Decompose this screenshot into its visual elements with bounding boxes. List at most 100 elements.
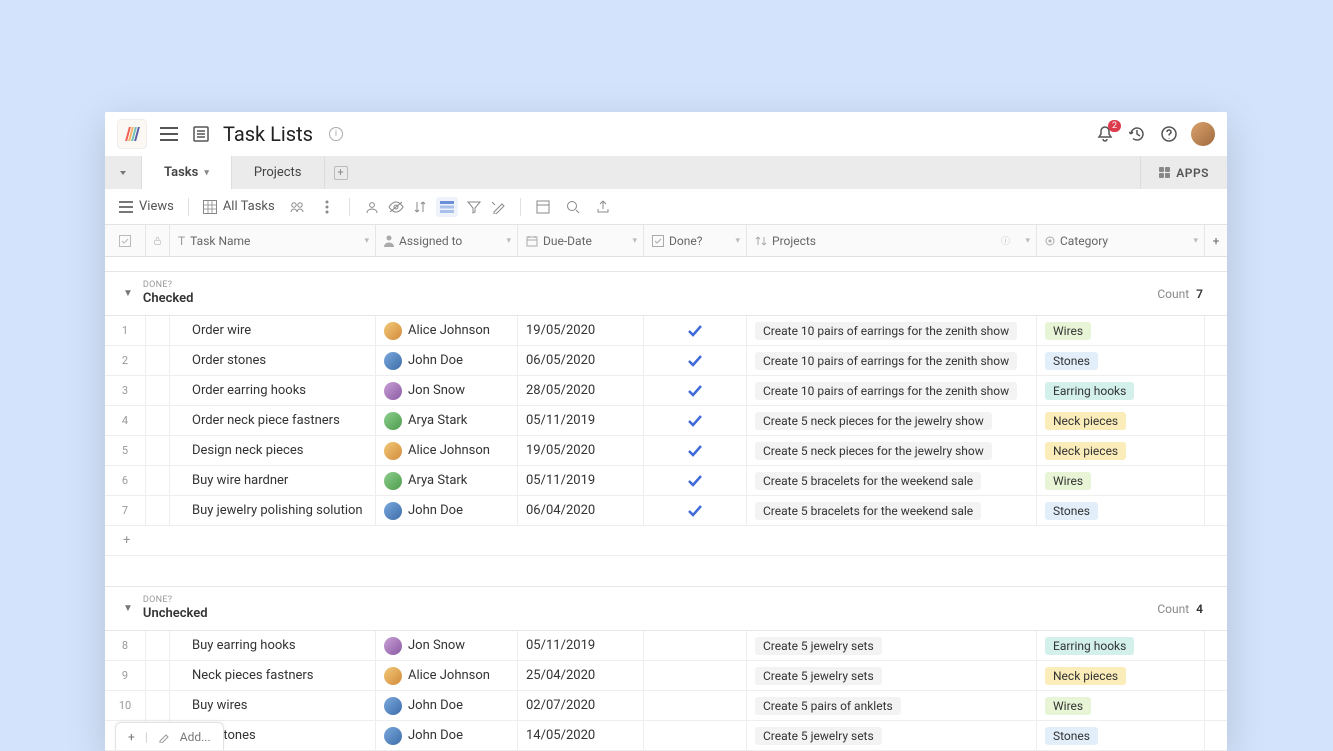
sort-icon[interactable] [412, 199, 428, 215]
user-avatar[interactable] [1191, 122, 1215, 146]
date-cell[interactable]: 05/11/2019 [518, 406, 644, 435]
category-cell[interactable]: Neck pieces [1037, 406, 1205, 435]
project-cell[interactable]: Create 5 jewelry sets [747, 631, 1037, 660]
collapse-sidebar-button[interactable] [105, 156, 142, 189]
category-cell[interactable]: Stones [1037, 721, 1205, 750]
date-cell[interactable]: 14/05/2020 [518, 721, 644, 750]
category-cell[interactable]: Stones [1037, 346, 1205, 375]
assignee-cell[interactable]: John Doe [376, 691, 518, 720]
assignee-cell[interactable]: Alice Johnson [376, 316, 518, 345]
table-row[interactable]: 4 Order neck piece fastners Arya Stark 0… [105, 406, 1227, 436]
category-cell[interactable]: Wires [1037, 316, 1205, 345]
table-row[interactable]: 3 Order earring hooks Jon Snow 28/05/202… [105, 376, 1227, 406]
project-cell[interactable]: Create 5 bracelets for the weekend sale [747, 466, 1037, 495]
done-cell[interactable] [644, 691, 747, 720]
people-icon[interactable] [364, 199, 380, 215]
list-icon[interactable] [191, 124, 211, 144]
assignee-cell[interactable]: Alice Johnson [376, 436, 518, 465]
project-cell[interactable]: Create 10 pairs of earrings for the zeni… [747, 316, 1037, 345]
tab-tasks[interactable]: Tasks ▾ [142, 156, 232, 189]
category-cell[interactable]: Stones [1037, 496, 1205, 525]
category-cell[interactable]: Wires [1037, 691, 1205, 720]
table-row[interactable]: 10 Buy wires John Doe 02/07/2020 Create … [105, 691, 1227, 721]
tab-projects[interactable]: Projects [232, 156, 325, 189]
more-icon[interactable] [319, 199, 335, 215]
done-cell[interactable] [644, 436, 747, 465]
column-task-name[interactable]: T Task Name ▾ [170, 225, 376, 256]
column-category[interactable]: Category ▾ [1037, 225, 1205, 256]
filter-icon[interactable] [466, 199, 482, 215]
project-cell[interactable]: Create 5 neck pieces for the jewelry sho… [747, 406, 1037, 435]
assignee-cell[interactable]: Jon Snow [376, 631, 518, 660]
task-name-cell[interactable]: Buy earring hooks [170, 631, 376, 660]
category-cell[interactable]: Earring hooks [1037, 631, 1205, 660]
task-name-cell[interactable]: Design neck pieces [170, 436, 376, 465]
table-row[interactable]: 9 Neck pieces fastners Alice Johnson 25/… [105, 661, 1227, 691]
date-cell[interactable]: 02/07/2020 [518, 691, 644, 720]
done-cell[interactable] [644, 721, 747, 750]
apps-button[interactable]: APPS [1140, 156, 1227, 189]
done-cell[interactable] [644, 346, 747, 375]
assignee-cell[interactable]: Jon Snow [376, 376, 518, 405]
assignee-cell[interactable]: John Doe [376, 721, 518, 750]
assignee-cell[interactable]: Alice Johnson [376, 661, 518, 690]
column-due-date[interactable]: Due-Date ▾ [518, 225, 644, 256]
table-row[interactable]: 2 Order stones John Doe 06/05/2020 Creat… [105, 346, 1227, 376]
task-name-cell[interactable]: Buy wires [170, 691, 376, 720]
table-row[interactable]: 6 Buy wire hardner Arya Stark 05/11/2019… [105, 466, 1227, 496]
done-cell[interactable] [644, 496, 747, 525]
assignee-cell[interactable]: John Doe [376, 346, 518, 375]
table-row[interactable]: 11 Buy stones John Doe 14/05/2020 Create… [105, 721, 1227, 751]
project-cell[interactable]: Create 5 jewelry sets [747, 721, 1037, 750]
project-cell[interactable]: Create 5 neck pieces for the jewelry sho… [747, 436, 1037, 465]
history-icon[interactable] [1127, 124, 1147, 144]
group-icon[interactable] [436, 197, 458, 217]
table-row[interactable]: 7 Buy jewelry polishing solution John Do… [105, 496, 1227, 526]
done-cell[interactable] [644, 316, 747, 345]
table-row[interactable]: 8 Buy earring hooks Jon Snow 05/11/2019 … [105, 631, 1227, 661]
category-cell[interactable]: Neck pieces [1037, 436, 1205, 465]
project-cell[interactable]: Create 5 bracelets for the weekend sale [747, 496, 1037, 525]
add-tab-button[interactable]: + [325, 156, 357, 189]
task-name-cell[interactable]: Buy wire hardner [170, 466, 376, 495]
column-assigned-to[interactable]: Assigned to ▾ [376, 225, 518, 256]
done-cell[interactable] [644, 631, 747, 660]
done-cell[interactable] [644, 466, 747, 495]
date-cell[interactable]: 05/11/2019 [518, 631, 644, 660]
date-cell[interactable]: 28/05/2020 [518, 376, 644, 405]
help-icon[interactable] [1159, 124, 1179, 144]
export-icon[interactable] [595, 199, 611, 215]
assignee-cell[interactable]: Arya Stark [376, 406, 518, 435]
done-cell[interactable] [644, 406, 747, 435]
table-row[interactable]: 5 Design neck pieces Alice Johnson 19/05… [105, 436, 1227, 466]
views-button[interactable]: Views [119, 199, 174, 214]
date-cell[interactable]: 06/05/2020 [518, 346, 644, 375]
date-cell[interactable]: 25/04/2020 [518, 661, 644, 690]
card-view-icon[interactable] [535, 199, 551, 215]
project-cell[interactable]: Create 5 jewelry sets [747, 661, 1037, 690]
column-checkbox[interactable] [105, 225, 146, 256]
table-row[interactable]: 1 Order wire Alice Johnson 19/05/2020 Cr… [105, 316, 1227, 346]
project-cell[interactable]: Create 5 pairs of anklets [747, 691, 1037, 720]
assignee-cell[interactable]: John Doe [376, 496, 518, 525]
task-name-cell[interactable]: Order wire [170, 316, 376, 345]
project-cell[interactable]: Create 10 pairs of earrings for the zeni… [747, 346, 1037, 375]
date-cell[interactable]: 19/05/2020 [518, 436, 644, 465]
task-name-cell[interactable]: Buy jewelry polishing solution [170, 496, 376, 525]
group-header[interactable]: ▼ DONE? Unchecked Count 4 [105, 586, 1227, 631]
task-name-cell[interactable]: Order stones [170, 346, 376, 375]
hide-icon[interactable] [388, 199, 404, 215]
task-name-cell[interactable]: Neck pieces fastners [170, 661, 376, 690]
category-cell[interactable]: Neck pieces [1037, 661, 1205, 690]
search-icon[interactable] [565, 199, 581, 215]
app-logo[interactable] [117, 119, 147, 149]
category-cell[interactable]: Earring hooks [1037, 376, 1205, 405]
date-cell[interactable]: 06/04/2020 [518, 496, 644, 525]
done-cell[interactable] [644, 661, 747, 690]
date-cell[interactable]: 19/05/2020 [518, 316, 644, 345]
add-row-button[interactable]: + [105, 526, 1227, 556]
menu-icon[interactable] [159, 124, 179, 144]
share-view-icon[interactable] [289, 199, 305, 215]
assignee-cell[interactable]: Arya Stark [376, 466, 518, 495]
project-cell[interactable]: Create 10 pairs of earrings for the zeni… [747, 376, 1037, 405]
